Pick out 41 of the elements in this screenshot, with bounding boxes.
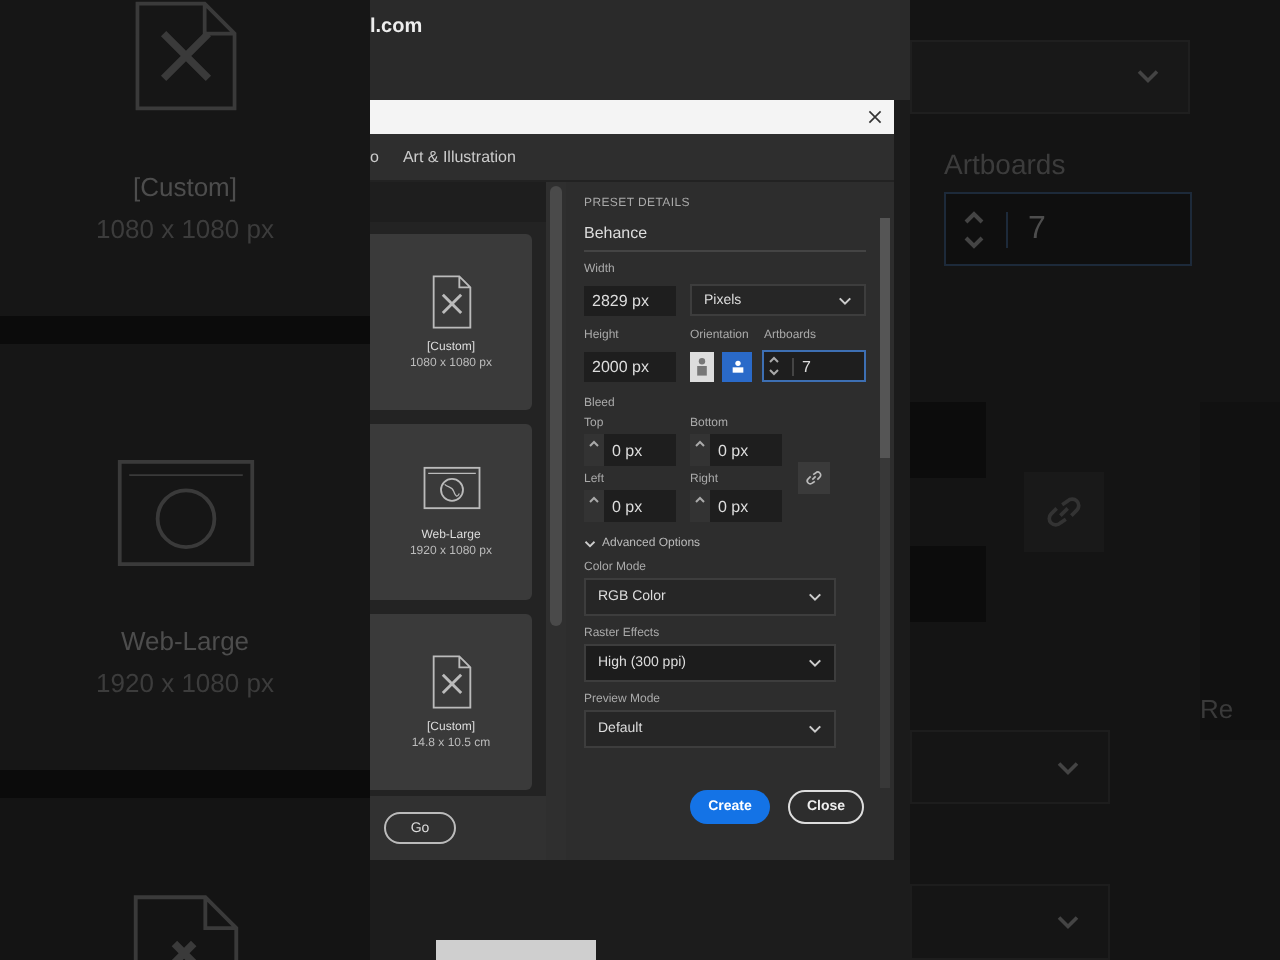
caret-up-icon (588, 440, 600, 448)
bleed-field[interactable]: 0 px (710, 434, 782, 466)
landscape-button[interactable] (722, 351, 752, 381)
chevron-icon (808, 724, 822, 734)
chevron-icon (838, 295, 852, 305)
portrait-button[interactable] (690, 351, 714, 381)
stepper-icon[interactable] (768, 354, 780, 378)
category-tab[interactable]: o (370, 148, 379, 166)
browser-globe-icon (113, 460, 257, 566)
stepper-button[interactable] (690, 434, 710, 466)
chevron-icon (1136, 68, 1160, 85)
close-icon[interactable] (868, 110, 882, 124)
stepper-button[interactable] (690, 490, 710, 522)
chevron-icon (808, 658, 822, 668)
scrollbar[interactable] (880, 218, 890, 788)
person-icon (729, 356, 745, 376)
caret-up-icon (588, 496, 600, 504)
stepper-button[interactable] (584, 490, 604, 522)
bleed-field[interactable]: 0 px (604, 490, 676, 522)
link-icon (804, 468, 824, 488)
chevron-icon (1056, 914, 1080, 931)
caret-up-icon (694, 496, 706, 504)
artboards-field[interactable]: 7 (762, 350, 866, 382)
chevron-icon (808, 592, 822, 602)
document-pencil-icon (429, 654, 473, 710)
person-icon (694, 356, 710, 376)
browser-globe-icon (421, 466, 481, 510)
caret-up-icon (694, 440, 706, 448)
link-button[interactable] (798, 462, 830, 494)
preset-name-field[interactable]: Behance (584, 224, 866, 252)
category-tab[interactable]: Art & Illustration (402, 148, 516, 166)
stepper-button[interactable] (584, 434, 604, 466)
address-text: l.com (370, 16, 423, 38)
width-field[interactable]: 2829 px (584, 285, 676, 315)
document-pencil-icon (429, 274, 473, 330)
chevron-icon (1056, 759, 1080, 776)
height-field[interactable]: 2000 px (584, 351, 676, 381)
bleed-field[interactable]: 0 px (604, 434, 676, 466)
bleed-field[interactable]: 0 px (710, 490, 782, 522)
artboards-field: 7 (944, 191, 1192, 267)
chevron-icon[interactable] (584, 540, 596, 548)
